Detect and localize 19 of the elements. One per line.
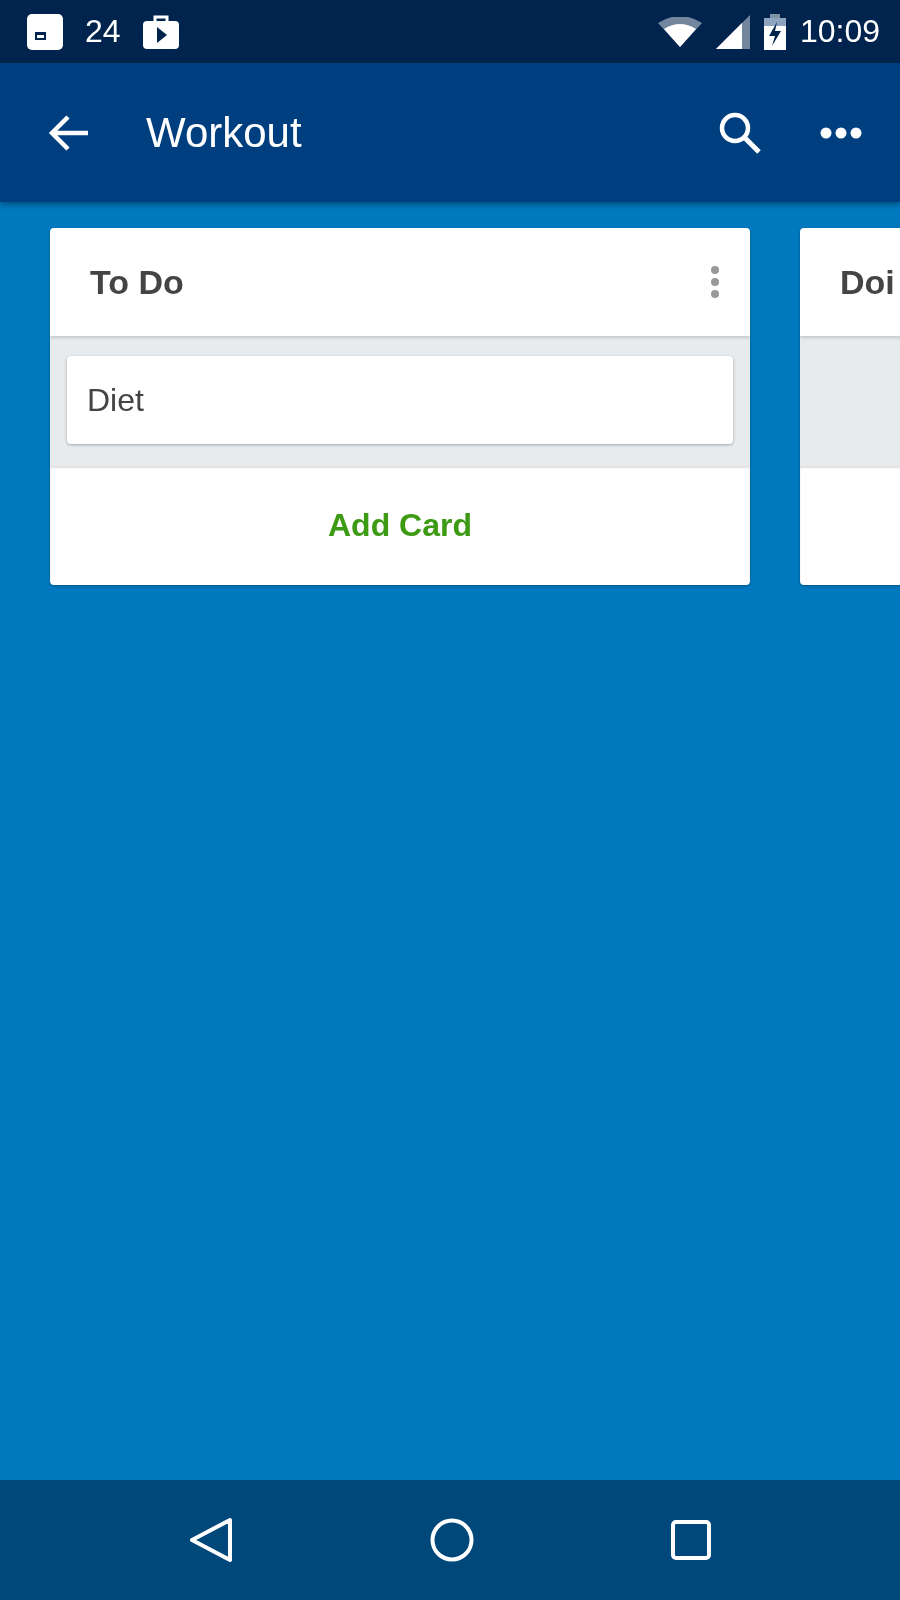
clock: 10:09 [799, 13, 880, 50]
home-icon[interactable] [430, 1518, 474, 1562]
signal-icon [715, 14, 750, 49]
card-title: Diet [87, 381, 144, 419]
play-store-icon [142, 14, 179, 49]
notification-count: 24 [85, 13, 121, 50]
board-title: Workout [146, 108, 302, 157]
more-icon[interactable] [820, 126, 862, 139]
card[interactable]: Diet [67, 356, 733, 444]
list-title: Doi [840, 262, 895, 302]
add-card-button[interactable]: Add Card [318, 501, 482, 550]
calendar-icon [27, 13, 63, 50]
back-icon[interactable] [48, 113, 90, 152]
list-title: To Do [90, 262, 184, 302]
back-icon[interactable] [188, 1517, 233, 1563]
search-icon[interactable] [718, 110, 762, 155]
recents-icon[interactable] [671, 1520, 712, 1560]
wifi-icon [657, 16, 702, 47]
battery-icon [763, 13, 786, 50]
